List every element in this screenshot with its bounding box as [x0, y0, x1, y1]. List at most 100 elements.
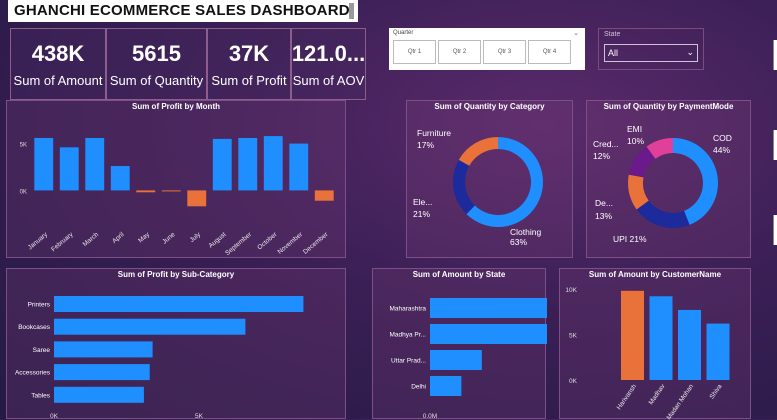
- chart-amount-by-customername[interactable]: Sum of Amount by CustomerName 10K 5K 0K Har…: [559, 268, 751, 420]
- x-tick-label-madhav: Madhav: [648, 383, 667, 407]
- bar-december: [314, 190, 334, 201]
- quarter-button-qtr3[interactable]: Qtr 3: [483, 40, 526, 64]
- y-tick-label-maharashtra: Maharashtra: [390, 306, 427, 313]
- y-tick-label-accessories: Accessories: [15, 370, 51, 377]
- kpi-value: 5615: [132, 40, 181, 66]
- slice-percent-clothing: 63%: [510, 237, 527, 247]
- state-dropdown-value: All: [608, 48, 619, 58]
- y-tick-label-madhya-pr: Madhya Pr...: [390, 332, 427, 339]
- slice-percent-furniture: 17%: [417, 140, 434, 150]
- x-tick-label-january: January: [27, 231, 50, 252]
- kpi-row: 438K Sum of Amount 5615 Sum of Quantity …: [10, 28, 366, 100]
- y-tick-label-tables: Tables: [31, 392, 51, 399]
- kpi-label: Sum of Quantity: [109, 72, 204, 88]
- kpi-card-profit: 37K Sum of Profit: [207, 28, 291, 100]
- slice-percent-debit-card: 13%: [595, 211, 612, 221]
- slice-percent-electronics: 21%: [413, 209, 430, 219]
- bar-september: [238, 137, 258, 191]
- chevron-down-icon: ⌄: [686, 47, 694, 57]
- bar-february: [59, 147, 79, 191]
- x-tick-label-shiva: Shiva: [709, 383, 724, 401]
- x-tick-label-december: December: [302, 231, 330, 256]
- bar-april: [110, 166, 130, 191]
- quarter-button-qtr4[interactable]: Qtr 4: [528, 40, 571, 64]
- bar-november: [289, 143, 309, 191]
- x-tick-label-april: April: [111, 231, 126, 245]
- slice-label-emi: EMI: [627, 124, 642, 134]
- y-tick-label-saree: Saree: [33, 347, 51, 354]
- bar-madhya-pr: [430, 324, 547, 344]
- bar-tables: [54, 386, 144, 403]
- bar-bookcases: [54, 318, 246, 335]
- bar-june: [161, 190, 181, 192]
- chart-quantity-by-paymentmode[interactable]: Sum of Quantity by PaymentMode COD 44% UPI…: [586, 100, 751, 258]
- x-tick-label-september: September: [224, 231, 253, 257]
- chart-quantity-by-category[interactable]: Sum of Quantity by Category Clothing 63% E…: [406, 100, 573, 258]
- quarter-button-qtr1[interactable]: Qtr 1: [393, 40, 436, 64]
- x-tick-label-july: July: [189, 231, 203, 244]
- bar-maharashtra: [430, 298, 547, 318]
- kpi-label: Sum of Amount: [13, 72, 103, 88]
- bar-printers: [54, 296, 304, 312]
- title-scrollbar[interactable]: [349, 3, 354, 19]
- x-tick-label-madan-mohan: Madan Mohan: [666, 383, 696, 420]
- kpi-label: Sum of Profit: [211, 72, 287, 88]
- slice-furniture: [458, 137, 498, 166]
- slice-cod: [673, 138, 718, 225]
- chart-profit-by-subcategory[interactable]: Sum of Profit by Sub-Category Printers Bo…: [6, 268, 346, 420]
- slice-upi: [636, 200, 690, 228]
- quarter-button-qtr2[interactable]: Qtr 2: [438, 40, 481, 64]
- quarter-slicer: Quarter ⌄ Qtr 1 Qtr 2 Qtr 3 Qtr 4: [389, 28, 585, 70]
- state-dropdown[interactable]: All ⌄: [604, 44, 698, 62]
- x-tick-label-november: November: [277, 231, 305, 256]
- chart-profit-by-month[interactable]: Sum of Profit by Month 5K 0K January Februa…: [6, 100, 346, 258]
- bar-shiva: [706, 323, 730, 380]
- state-slicer: State All ⌄: [598, 28, 704, 70]
- bar-may: [136, 190, 156, 193]
- bar-january: [34, 137, 54, 191]
- slice-label-furniture: Furniture: [417, 128, 451, 138]
- y-tick-label-uttar-prad: Uttar Prad...: [391, 358, 426, 365]
- kpi-value: 121.0...: [291, 40, 366, 66]
- bar-delhi: [430, 376, 462, 396]
- x-tick-label-february: February: [50, 231, 75, 254]
- slice-label-electronics: Ele...: [413, 197, 432, 207]
- y-tick-label: 0K: [569, 378, 578, 385]
- slice-label-debit-card: De...: [595, 198, 613, 208]
- x-tick-label-august: August: [208, 231, 228, 249]
- bar-madhav: [649, 296, 673, 380]
- bar-october: [263, 136, 283, 191]
- bar-accessories: [54, 364, 150, 381]
- y-tick-label: 5K: [569, 333, 578, 340]
- scroll-edge-marker: [773, 130, 777, 160]
- y-tick-label: 5K: [20, 143, 27, 149]
- slice-label-cod: COD: [713, 133, 732, 143]
- x-tick-label-october: October: [256, 231, 279, 252]
- bar-saree: [54, 341, 153, 358]
- slice-percent-cod: 44%: [713, 145, 730, 155]
- slice-label-clothing: Clothing: [510, 227, 541, 237]
- y-tick-label-delhi: Delhi: [411, 384, 426, 391]
- y-tick-label-bookcases: Bookcases: [18, 324, 51, 331]
- bar-madan-mohan: [678, 309, 701, 380]
- slice-electronics: [453, 159, 475, 215]
- slice-label-upi: UPI 21%: [613, 234, 647, 244]
- bar-march: [85, 137, 105, 191]
- bar-uttar-prad: [430, 350, 482, 370]
- kpi-card-quantity: 5615 Sum of Quantity: [106, 28, 207, 100]
- kpi-card-aov: 121.0... Sum of AOV: [291, 28, 366, 100]
- y-tick-label: 10K: [565, 287, 577, 294]
- scroll-edge-marker: [773, 215, 777, 245]
- dashboard-title: GHANCHI ECOMMERCE SALES DASHBOARD: [8, 0, 358, 22]
- chevron-down-icon[interactable]: ⌄: [573, 29, 579, 37]
- x-tick-label-june: June: [161, 231, 177, 246]
- dashboard-title-text: GHANCHI ECOMMERCE SALES DASHBOARD: [14, 2, 350, 19]
- x-tick-label-march: March: [82, 231, 101, 248]
- x-tick-label-harivansh: Harivansh: [616, 383, 639, 411]
- state-slicer-label: State: [604, 31, 621, 38]
- chart-amount-by-state[interactable]: Sum of Amount by State Maharashtra Madhya…: [372, 268, 547, 420]
- scroll-edge-marker: [773, 40, 777, 70]
- y-tick-label: 0K: [20, 189, 27, 195]
- bar-august: [212, 138, 232, 191]
- slice-percent-emi: 10%: [627, 136, 644, 146]
